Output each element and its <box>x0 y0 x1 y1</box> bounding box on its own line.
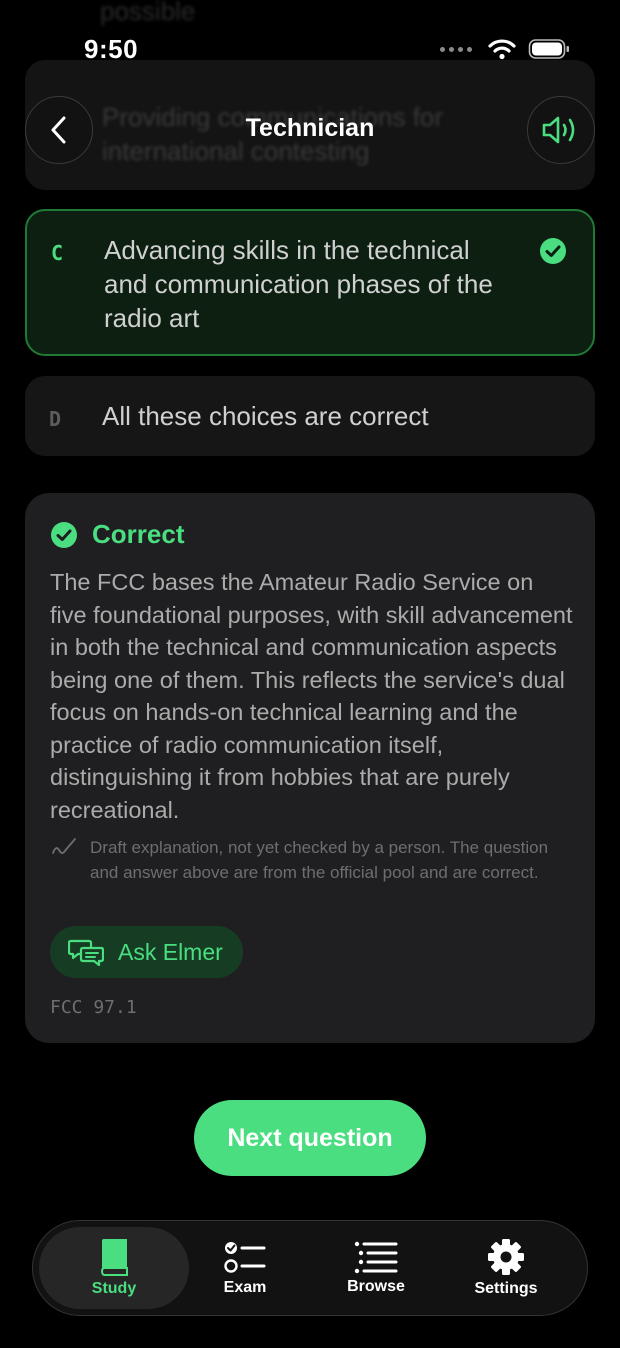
tab-browse[interactable]: Browse <box>301 1227 451 1309</box>
signal-dots-icon <box>440 46 472 52</box>
draft-note: Draft explanation, not yet checked by a … <box>50 835 560 885</box>
option-text: All these choices are correct <box>102 401 429 431</box>
ask-elmer-button[interactable]: Ask Elmer <box>50 926 243 978</box>
status-indicators <box>440 38 570 60</box>
checklist-icon <box>224 1242 266 1273</box>
tab-label: Settings <box>474 1280 538 1297</box>
rule-reference: FCC 97.1 <box>50 997 137 1018</box>
answer-option-d[interactable]: D All these choices are correct <box>25 376 595 456</box>
result-header: Correct <box>50 519 184 550</box>
explanation-text: The FCC bases the Amateur Radio Service … <box>50 569 573 823</box>
tab-label: Exam <box>223 1279 267 1296</box>
chat-bubbles-icon <box>68 939 104 967</box>
option-letter: D <box>49 407 62 431</box>
check-circle-icon <box>540 238 566 264</box>
draft-note-text: Draft explanation, not yet checked by a … <box>90 838 549 882</box>
answer-option-c[interactable]: C Advancing skills in the technical and … <box>25 209 595 356</box>
battery-icon <box>528 39 569 59</box>
tab-exam[interactable]: Exam <box>170 1227 320 1309</box>
result-label: Correct <box>92 519 185 549</box>
check-circle-icon <box>51 521 77 548</box>
option-text: Advancing skills in the technical and co… <box>104 235 493 333</box>
next-question-button[interactable]: Next question <box>194 1100 426 1176</box>
tab-settings[interactable]: Settings <box>431 1227 581 1309</box>
read-aloud-button[interactable] <box>527 96 595 164</box>
tab-label: Study <box>91 1280 137 1297</box>
tab-bar: Study Exam Browse Settings <box>32 1220 588 1316</box>
speaker-icon <box>542 116 575 144</box>
status-time: 9:50 <box>84 34 139 64</box>
book-icon <box>100 1239 128 1276</box>
ask-elmer-label: Ask Elmer <box>118 938 223 965</box>
pencil-icon <box>52 838 76 855</box>
tab-label: Browse <box>347 1278 405 1295</box>
wifi-icon <box>488 39 516 60</box>
previous-option-fragment: possible <box>100 0 196 26</box>
gear-icon <box>488 1239 524 1275</box>
explanation-card: Correct The FCC bases the Amateur Radio … <box>25 493 595 1043</box>
option-letter: C <box>51 241 64 265</box>
list-icon <box>354 1241 398 1274</box>
tab-study[interactable]: Study <box>39 1227 189 1309</box>
